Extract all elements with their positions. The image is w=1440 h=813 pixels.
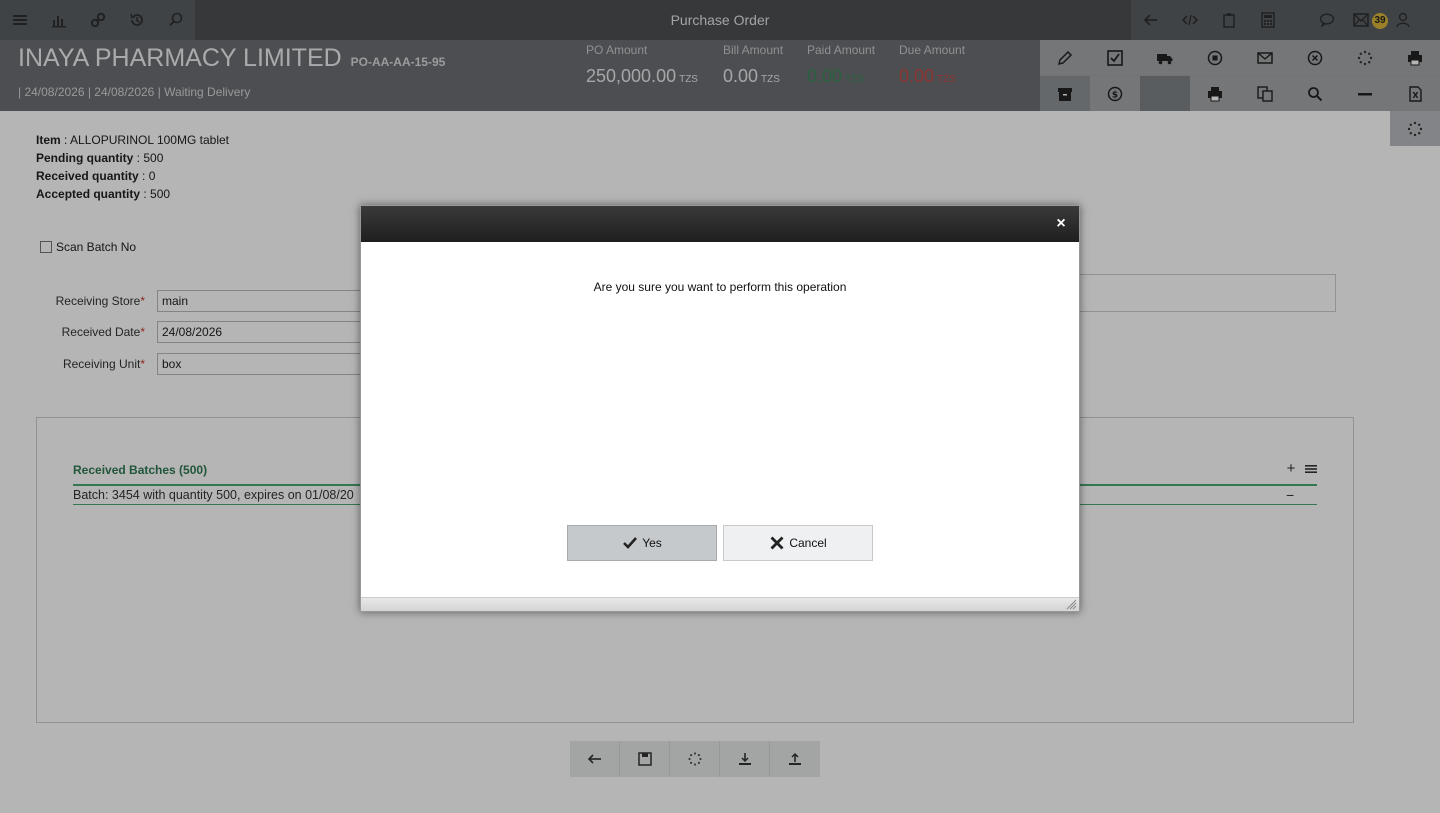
yes-label: Yes: [642, 536, 662, 550]
resize-grip-icon[interactable]: [1065, 598, 1077, 610]
confirm-dialog: × Are you sure you want to perform this …: [360, 205, 1080, 612]
checkmark-icon: [623, 537, 638, 549]
dialog-titlebar[interactable]: ×: [361, 206, 1079, 242]
close-button[interactable]: ×: [1053, 216, 1069, 232]
dialog-footer: [361, 597, 1079, 611]
close-icon: [770, 536, 784, 550]
yes-button[interactable]: Yes: [567, 525, 717, 561]
cancel-label: Cancel: [789, 536, 827, 550]
cancel-button[interactable]: Cancel: [723, 525, 873, 561]
dialog-message: Are you sure you want to perform this op…: [593, 280, 847, 294]
